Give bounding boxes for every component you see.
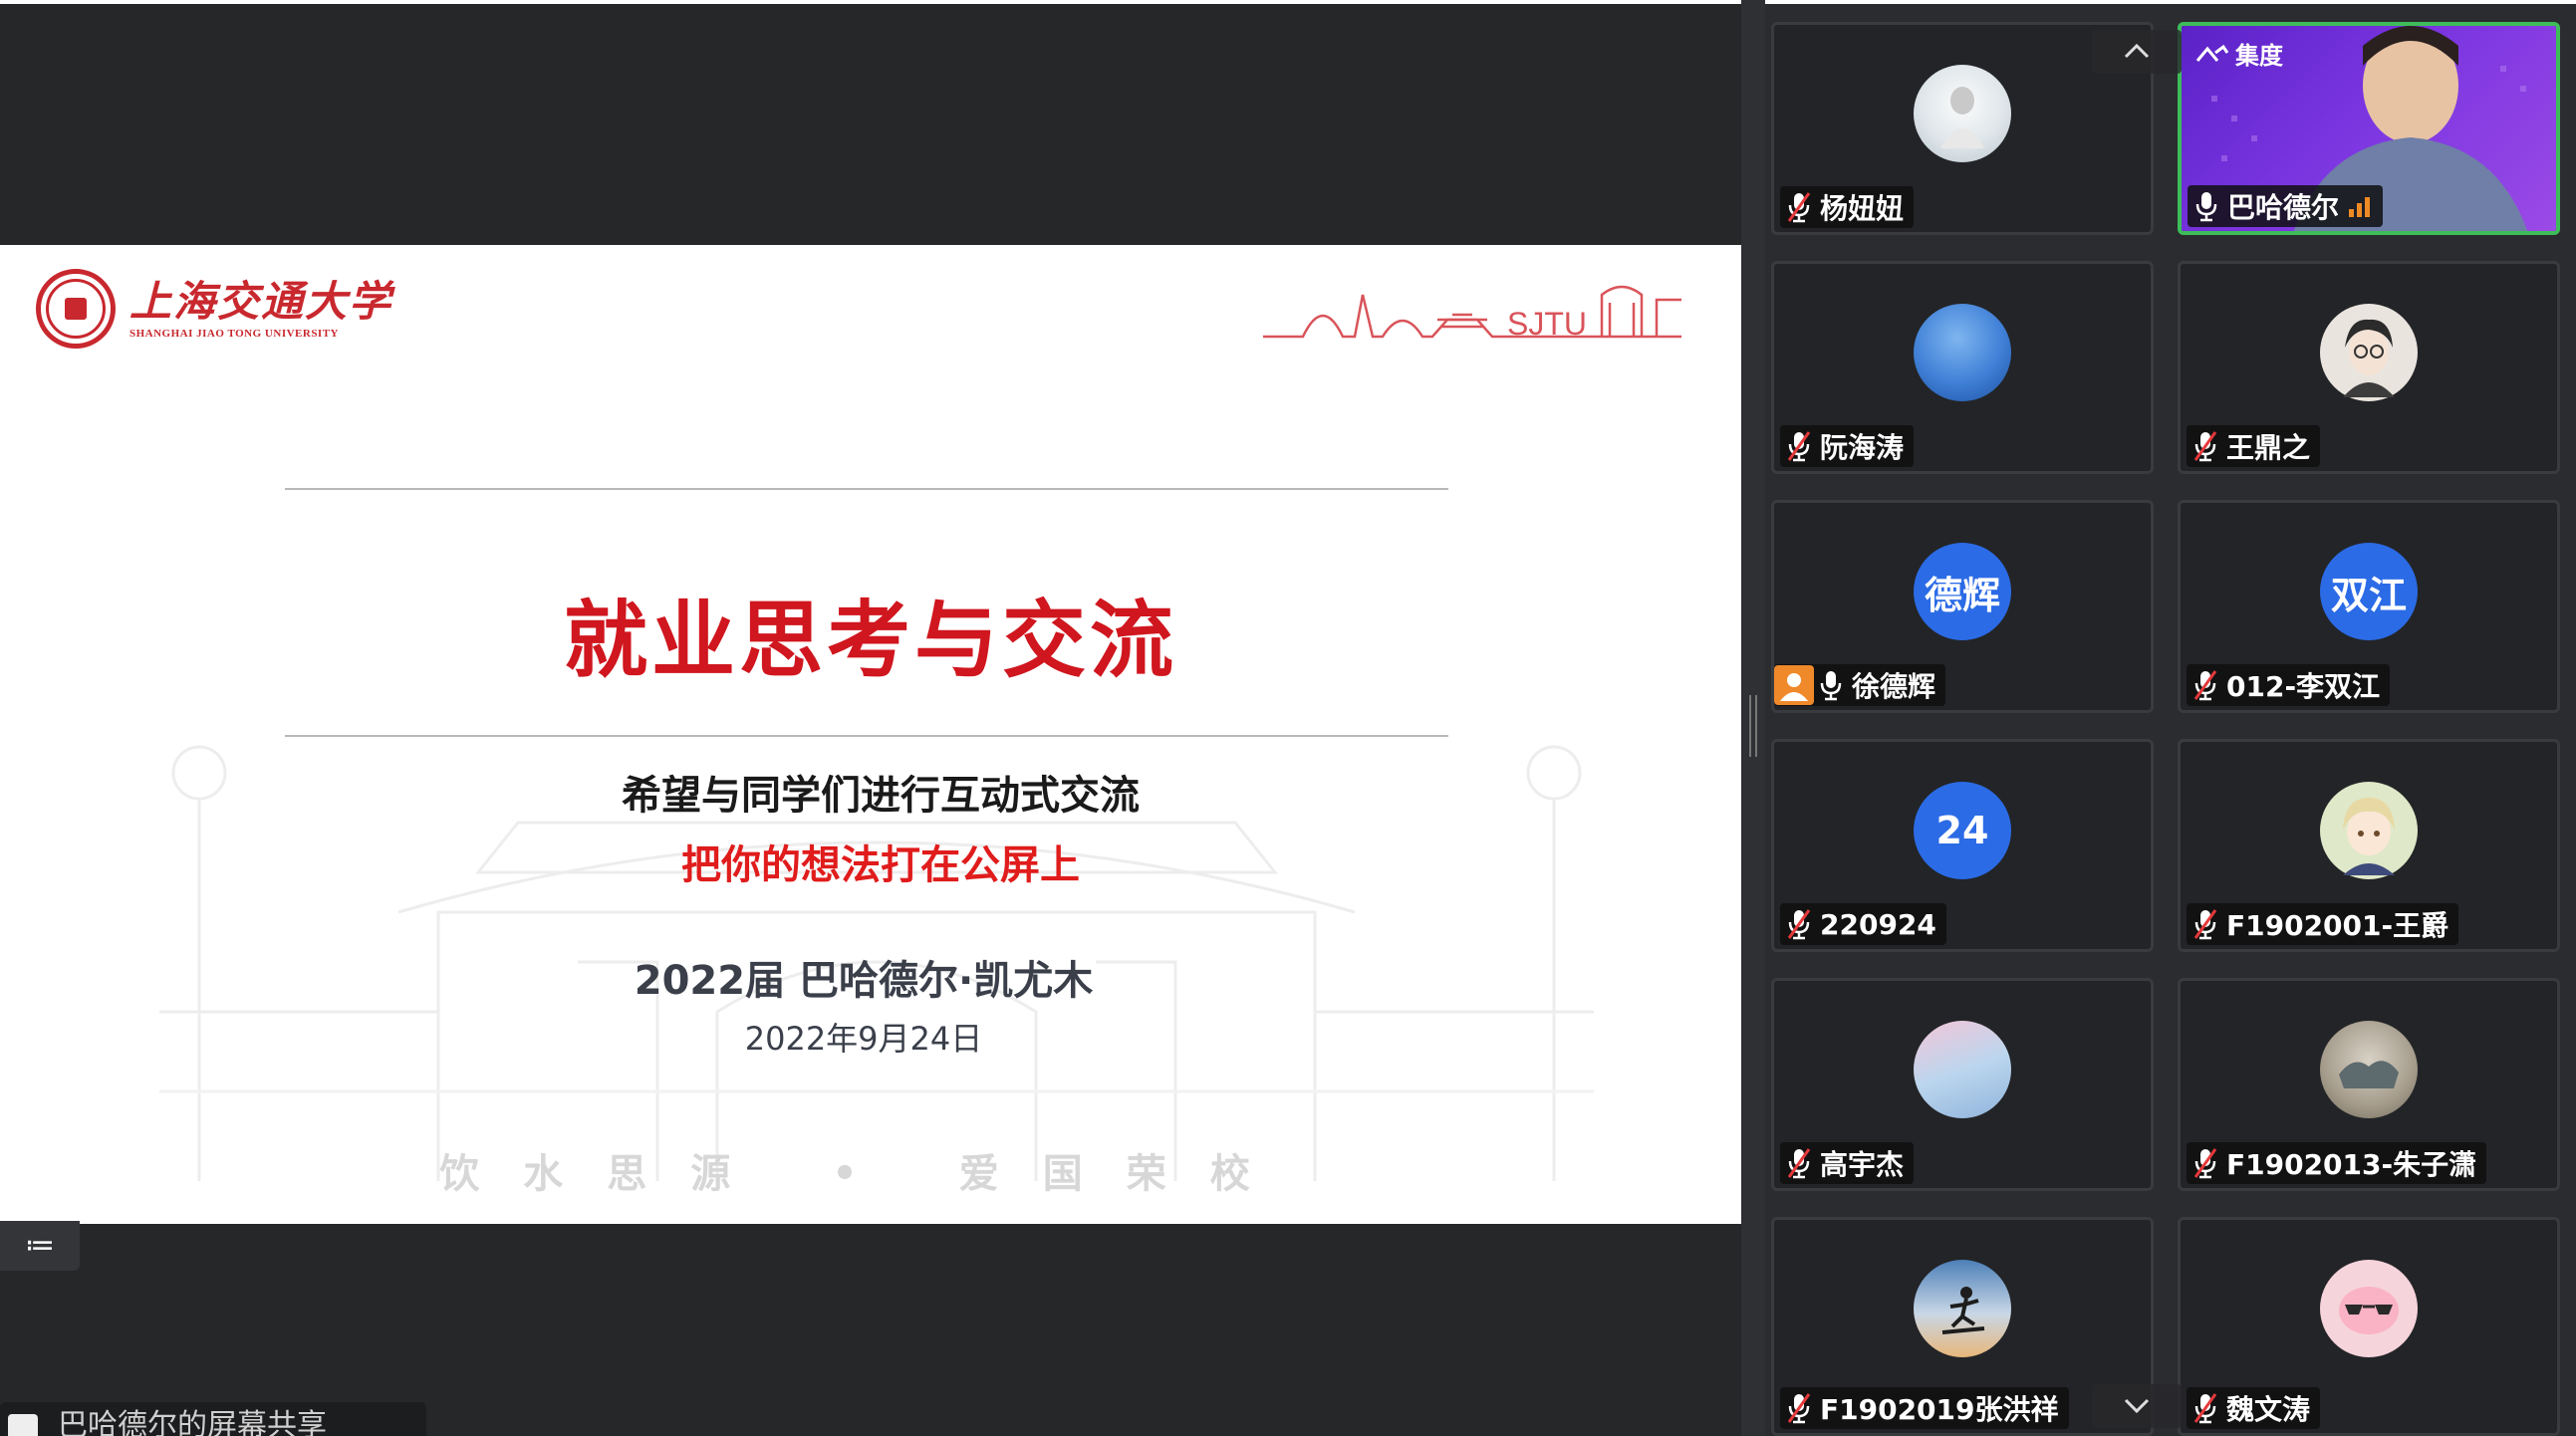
participant-nameplate: 巴哈德尔 [2188, 185, 2384, 227]
participant-name: 巴哈德尔 [2227, 191, 2340, 224]
participant-nameplate: 高宇杰 [1780, 1142, 1915, 1184]
mic-off-icon [2193, 431, 2217, 462]
mic-off-icon [1787, 192, 1811, 223]
avatar: 双江 [2320, 543, 2418, 640]
skyline-text: SJTU [1507, 306, 1587, 342]
mic-icon [2195, 192, 2217, 222]
slide-motto: 饮水思源 • 爱国荣校 [439, 1150, 1294, 1197]
participant-nameplate: 王鼎之 [2187, 425, 2321, 467]
participant-name: 王鼎之 [2226, 431, 2311, 464]
participant-tile[interactable]: F1902013-朱子潇 [2178, 978, 2560, 1191]
avatar [2320, 782, 2418, 879]
participant-nameplate: 徐德辉 [1774, 664, 1946, 706]
presenter-label-text: 巴哈德尔的屏幕共享 [58, 1408, 327, 1436]
avatar [2320, 1260, 2418, 1357]
participant-name: F1902013-朱子潇 [2226, 1148, 2477, 1181]
screen-share-area[interactable]: 上海交通大学 SHANGHAI JIAO TONG UNIVERSITY SJT… [0, 4, 1741, 1436]
avatar [1914, 65, 2011, 162]
avatar: 德辉 [1914, 543, 2011, 640]
mic-off-icon [1787, 431, 1811, 462]
participant-name: 012-李双江 [2226, 670, 2381, 703]
participant-nameplate: 220924 [1780, 903, 1946, 945]
list-icon[interactable]: ≔ [0, 1221, 80, 1271]
mic-off-icon [1787, 1393, 1811, 1424]
chevron-up-icon[interactable] [2092, 30, 2182, 74]
avatar: 24 [1914, 782, 2011, 879]
participant-tile[interactable]: F1902001-王爵 [2178, 739, 2560, 952]
avatar [1914, 1260, 2011, 1357]
participant-nameplate: 012-李双江 [2187, 664, 2391, 706]
participant-nameplate: 阮海涛 [1780, 425, 1915, 467]
mic-off-icon [1787, 909, 1811, 940]
avatar [1914, 1021, 2011, 1118]
mic-off-icon [2193, 909, 2217, 940]
participant-nameplate: 杨妞妞 [1780, 186, 1915, 228]
slide-title: 就业思考与交流 [563, 592, 1177, 689]
participant-tile[interactable]: 德辉 徐德辉 [1771, 500, 2154, 713]
chevron-up-icon[interactable] [2195, 43, 2229, 65]
participant-tile[interactable]: 24 220924 [1771, 739, 2154, 952]
virtual-background-brand: 集度 [2195, 36, 2283, 71]
slide-author: 2022届 巴哈德尔·凯尤木 [634, 958, 1094, 1004]
participant-name: 高宇杰 [1820, 1148, 1905, 1181]
resize-handle-icon[interactable] [1749, 695, 1757, 757]
participant-name: F1902019张洪祥 [1820, 1393, 2059, 1426]
presenter-label[interactable]: 巴哈德尔的屏幕共享 [0, 1402, 426, 1436]
participant-nameplate: F1902019张洪祥 [1780, 1387, 2069, 1429]
participant-name: 杨妞妞 [1820, 192, 1905, 225]
title-rule-top [285, 488, 1448, 490]
participant-name: F1902001-王爵 [2226, 909, 2449, 942]
participant-name: 魏文涛 [2226, 1393, 2311, 1426]
signal-icon [2349, 195, 2373, 217]
slide-date: 2022年9月24日 [744, 1020, 983, 1058]
avatar [2320, 1021, 2418, 1118]
mic-off-icon [2193, 670, 2217, 701]
mic-off-icon [2193, 1148, 2217, 1179]
brand-label: 集度 [2235, 42, 2283, 70]
university-seal-icon [36, 269, 116, 349]
participant-tile[interactable]: 阮海涛 [1771, 261, 2154, 474]
presentation-slide: 上海交通大学 SHANGHAI JIAO TONG UNIVERSITY SJT… [0, 245, 1741, 1224]
slide-subtitle: 希望与同学们进行互动式交流 [622, 773, 1140, 819]
host-icon [1774, 665, 1814, 705]
screen-share-icon [8, 1414, 38, 1436]
avatar [2320, 304, 2418, 401]
university-logo: 上海交通大学 SHANGHAI JIAO TONG UNIVERSITY [36, 269, 392, 349]
participant-name: 徐德辉 [1852, 670, 1936, 703]
participant-tile[interactable]: 双江 012-李双江 [2178, 500, 2560, 713]
mic-icon [1820, 671, 1842, 701]
participant-tile[interactable]: 高宇杰 [1771, 978, 2154, 1191]
meeting-window: 上海交通大学 SHANGHAI JIAO TONG UNIVERSITY SJT… [0, 0, 2576, 1436]
participant-nameplate: F1902001-王爵 [2187, 903, 2459, 945]
avatar [1914, 304, 2011, 401]
mic-off-icon [2193, 1393, 2217, 1424]
participant-nameplate: 魏文涛 [2187, 1387, 2321, 1429]
chevron-down-icon[interactable] [2092, 1384, 2182, 1428]
participant-tile[interactable]: 王鼎之 [2178, 261, 2560, 474]
logo-chinese-name: 上海交通大学 [129, 277, 393, 326]
mic-off-icon [1787, 1148, 1811, 1179]
slide-call-to-action: 把你的想法打在公屏上 [681, 842, 1080, 888]
participant-tile-speaking[interactable]: 集度 巴哈德尔 [2178, 22, 2560, 235]
participant-name: 阮海涛 [1820, 431, 1905, 464]
participant-nameplate: F1902013-朱子潇 [2187, 1142, 2487, 1184]
skyline-logo-icon: SJTU [1263, 285, 1681, 342]
logo-english-name: SHANGHAI JIAO TONG UNIVERSITY [129, 328, 339, 340]
participant-tile[interactable]: 魏文涛 [2178, 1217, 2560, 1436]
participant-name: 220924 [1820, 907, 1936, 941]
